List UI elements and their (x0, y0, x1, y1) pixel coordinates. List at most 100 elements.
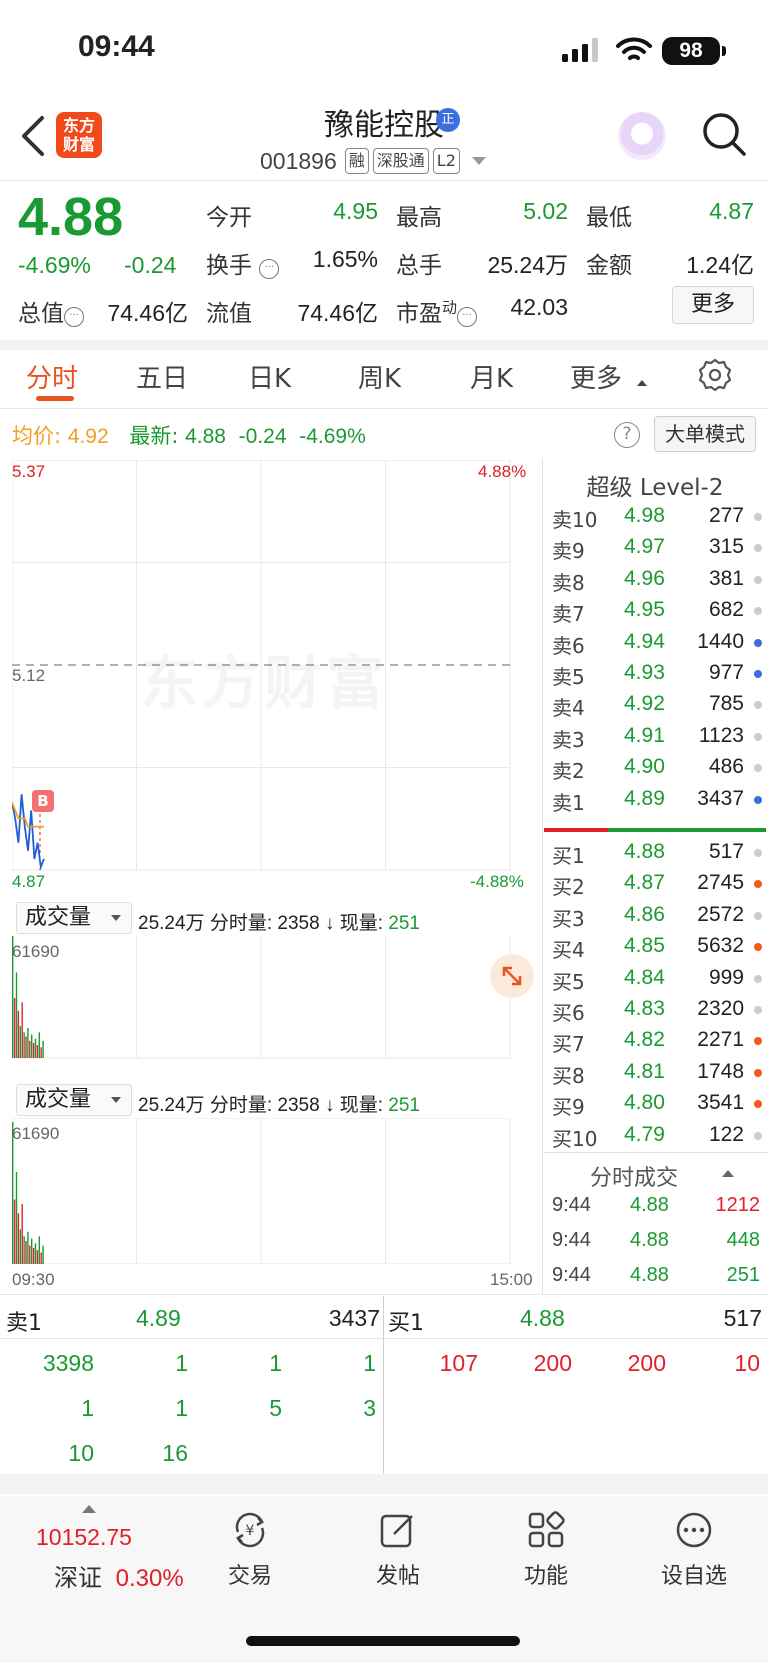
bid-row[interactable]: 买7 4.82 2271 (552, 1024, 766, 1056)
volume-bar (17, 1213, 20, 1264)
tab-five-day[interactable]: 五日 (136, 358, 188, 395)
bid-level-label: 买10 (552, 1126, 598, 1151)
bid-level-label: 买8 (552, 1063, 585, 1088)
bid-row[interactable]: 买5 4.84 999 (552, 962, 766, 994)
queue-sell-order: 1 (175, 1395, 188, 1421)
volume-indicator-select-1[interactable]: 成交量 (16, 902, 132, 934)
ask-row[interactable]: 卖10 4.98 277 (552, 500, 766, 532)
tab-monthly-k[interactable]: 月K (470, 358, 513, 395)
ask-level-label: 卖2 (552, 759, 585, 784)
ask-row[interactable]: 卖5 4.93 977 (552, 657, 766, 689)
queue-sell-order: 1 (175, 1350, 188, 1376)
bid-row[interactable]: 买4 4.85 5632 (552, 930, 766, 962)
ask-row[interactable]: 卖6 4.94 1440 (552, 626, 766, 658)
time-axis-end: 15:00 (490, 1270, 533, 1289)
queue-sell-order: 16 (162, 1440, 188, 1466)
index-ticker[interactable]: 深证 0.30% (54, 1558, 184, 1593)
ask-level-label: 卖9 (552, 539, 585, 564)
ask-volume: 977 (708, 661, 744, 684)
more-fields-button[interactable]: 更多 (672, 286, 754, 324)
chart-grid (12, 1118, 511, 1264)
ask-row[interactable]: 卖8 4.96 381 (552, 563, 766, 595)
order-dot (754, 1006, 762, 1014)
order-dot (754, 1068, 762, 1077)
big-order-mode-button[interactable]: 大单模式 (654, 416, 756, 452)
search-icon[interactable] (700, 110, 748, 158)
ask-row[interactable]: 卖3 4.91 1123 (552, 720, 766, 752)
volume-bar (25, 1036, 27, 1058)
turnover-value: 1.65% (312, 246, 378, 272)
volume-bar (19, 1025, 21, 1058)
volume-grid-1 (12, 921, 511, 1059)
bid-row[interactable]: 买2 4.87 2745 (552, 867, 766, 899)
bid-row[interactable]: 买9 4.80 3541 (552, 1087, 766, 1119)
ask-row[interactable]: 卖4 4.92 785 (552, 688, 766, 720)
ask-price: 4.92 (624, 692, 665, 716)
tick-volume: 1212 (715, 1194, 761, 1216)
index-value[interactable]: 10152.75 (36, 1524, 132, 1551)
intraday-price-chart[interactable] (12, 460, 542, 1060)
tab-weekly-k[interactable]: 周K (358, 358, 401, 395)
bid-row[interactable]: 买1 4.88 517 (552, 836, 766, 868)
ask-row[interactable]: 卖2 4.90 486 (552, 751, 766, 783)
order-dot (754, 974, 762, 983)
market-cap-label: 总值 ··· (18, 294, 84, 328)
volume-max-1: 61690 (12, 942, 60, 961)
expand-icon[interactable] (490, 954, 534, 998)
gear-icon[interactable] (698, 358, 732, 392)
ask-row[interactable]: 卖9 4.97 315 (552, 531, 766, 563)
bid-row[interactable]: 买8 4.81 1748 (552, 1056, 766, 1088)
ask-level-label: 卖3 (552, 727, 585, 752)
volume-indicator-select-2[interactable]: 成交量 (16, 1084, 132, 1116)
stock-code-row[interactable]: 001896 融 深股通 L2 (260, 146, 486, 176)
ask-price: 4.95 (624, 598, 665, 622)
tick-trades-title[interactable]: 分时成交 (544, 1160, 724, 1192)
tab-daily-k[interactable]: 日K (248, 358, 291, 395)
queue-sell-order: 3 (363, 1395, 376, 1421)
order-dot (754, 607, 762, 616)
help-icon[interactable]: ? (614, 422, 640, 448)
nav-trade[interactable]: ¥ 交易 (200, 1510, 300, 1590)
volume-chart-2[interactable] (12, 1118, 542, 1264)
chevron-up-icon[interactable] (722, 1170, 734, 1177)
grid-icon (528, 1511, 565, 1548)
volume-bar (36, 1250, 39, 1264)
bid-price: 4.84 (624, 965, 665, 989)
pe-label: 市盈动 ··· (396, 294, 478, 328)
chevron-up-icon[interactable] (82, 1505, 96, 1513)
bid-row[interactable]: 买6 4.83 2320 (552, 993, 766, 1025)
bid-volume: 2745 (697, 871, 744, 895)
ask-row[interactable]: 卖7 4.95 682 (552, 594, 766, 626)
tick-time: 9:44 (552, 1264, 591, 1286)
nav-functions[interactable]: 功能 (496, 1510, 596, 1590)
bid-row[interactable]: 买3 4.86 2572 (552, 899, 766, 931)
buy-marker[interactable]: B (32, 790, 54, 812)
bid-level-label: 买9 (552, 1095, 585, 1120)
info-icon[interactable]: ··· (64, 307, 84, 327)
nav-add-watchlist[interactable]: 设自选 (644, 1510, 744, 1590)
chevron-down-icon[interactable] (471, 157, 486, 165)
tab-more[interactable]: 更多 (570, 358, 622, 395)
level2-title[interactable]: 超级 Level-2 (544, 468, 766, 502)
order-dot (754, 911, 762, 920)
info-icon[interactable]: ··· (457, 307, 478, 327)
ask-price: 4.94 (624, 629, 665, 653)
open-value: 4.95 (333, 198, 378, 224)
robot-assistant-avatar[interactable] (618, 112, 666, 160)
tick-volume: 251 (726, 1264, 760, 1286)
volume-bar (40, 1047, 42, 1058)
volume-bar (15, 972, 18, 1058)
info-icon[interactable]: ··· (259, 259, 280, 279)
nav-post[interactable]: 发帖 (348, 1510, 448, 1590)
bid-price: 4.87 (624, 871, 665, 895)
bid-price: 4.81 (624, 1059, 665, 1083)
volume-bar (23, 1236, 25, 1264)
volume-bar (32, 1247, 35, 1264)
tab-intraday[interactable]: 分时 (26, 358, 78, 395)
bid-row[interactable]: 买10 4.79 122 (552, 1119, 766, 1151)
ask-row[interactable]: 卖1 4.89 3437 (552, 783, 766, 815)
low-value: 4.87 (709, 198, 754, 224)
bid-volume: 2320 (697, 997, 744, 1020)
stock-code: 001896 (260, 147, 337, 174)
high-value: 5.02 (523, 198, 568, 224)
